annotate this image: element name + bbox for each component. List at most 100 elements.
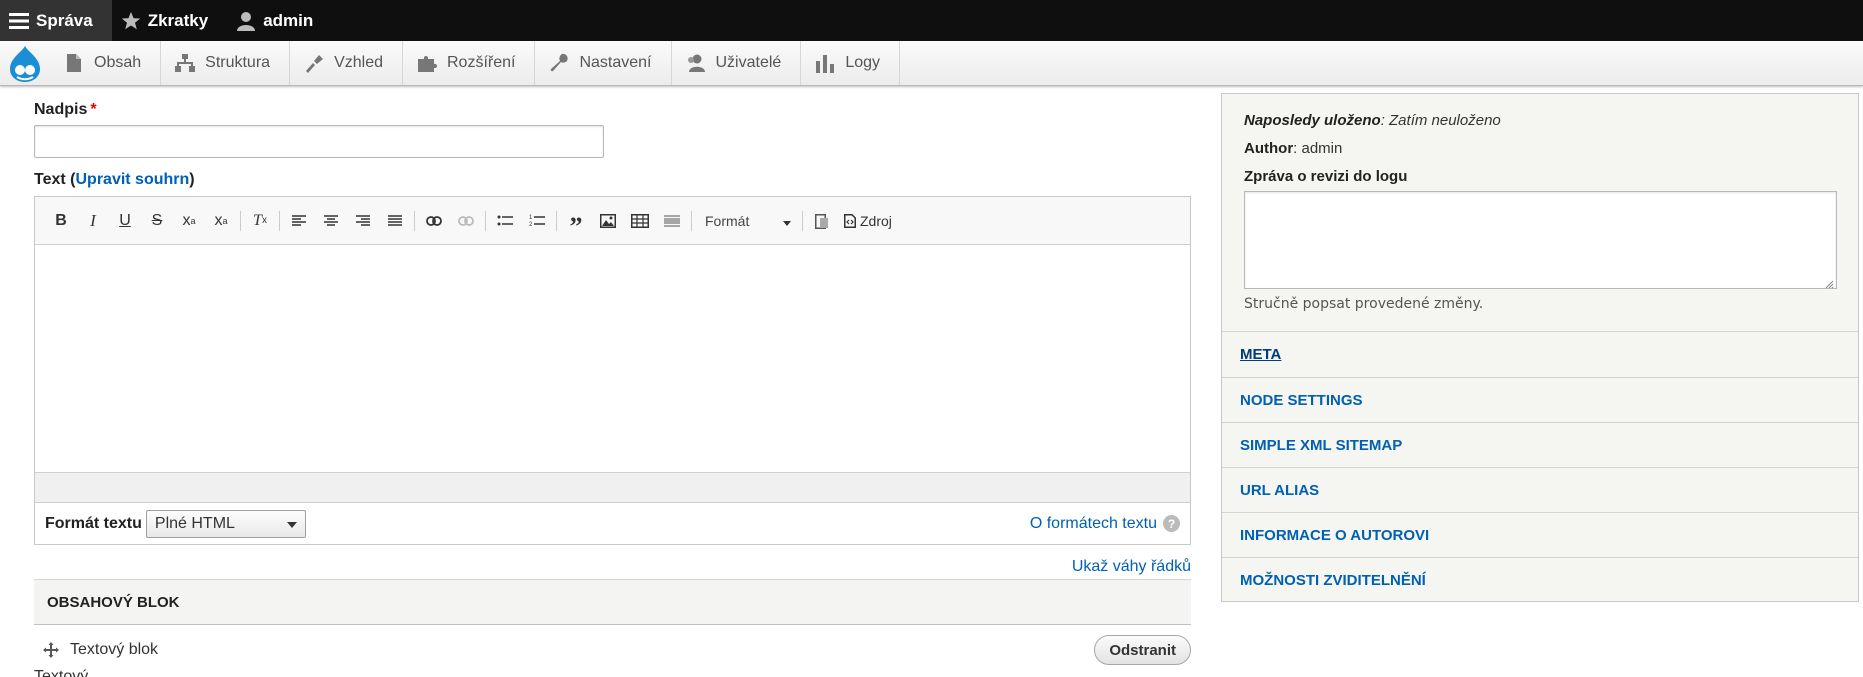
text-format-wrapper: Formát textu Plné HTML O formátech textu… [35,502,1190,544]
toolbar-separator [485,210,486,231]
last-saved: Naposledy uloženo: Zatím neuloženo [1244,112,1836,129]
last-saved-label: Naposledy uloženo [1244,112,1381,129]
blockquote-icon[interactable]: ” [560,206,592,239]
revision-log-textarea[interactable] [1244,191,1837,289]
tray-item-extend[interactable]: Rozšíření [403,41,536,85]
accordion-author-information[interactable]: INFORMACE O AUTOROVI [1222,513,1858,558]
horizontal-line-icon[interactable] [656,206,688,236]
chevron-down-icon [286,515,297,533]
paintbrush-icon [304,53,324,73]
remove-format-button[interactable]: Tx [244,206,276,236]
toolbar-separator [802,210,803,231]
about-text-formats-link[interactable]: O formátech textu [1030,515,1157,533]
tray-item-structure[interactable]: Struktura [161,41,291,85]
text-format-label: Formát textu [45,514,142,532]
toolbar-separator [691,210,692,231]
tray-item-label: Nastavení [579,54,652,71]
source-icon [844,213,856,228]
bulleted-list-icon[interactable] [489,206,521,236]
svg-text:2: 2 [529,222,533,227]
chevron-down-icon [783,213,791,229]
toolbar-tray: Obsah Struktura Vzhled Rozšíření Nastave… [0,41,1863,86]
accordion-node-settings[interactable]: NODE SETTINGS [1222,378,1858,423]
ckeditor: B I U S xa xa Tx 12 ” Formát Zdroj Formá… [34,196,1191,545]
align-left-icon[interactable] [283,206,315,236]
user-icon [235,10,257,32]
bar-chart-icon [815,53,835,73]
underline-button[interactable]: U [109,206,141,236]
toolbar-separator [556,210,557,231]
tray-item-configuration[interactable]: Nastavení [535,41,672,85]
unlink-icon[interactable] [450,206,482,236]
strikethrough-button[interactable]: S [141,206,173,236]
node-form-sidebar: Naposledy uloženo: Zatím neuloženo Autho… [1221,93,1859,602]
toolbar-item-label: Správa [36,10,93,30]
toolbar-item-shortcuts[interactable]: Zkratky [112,0,227,41]
toolbar-item-user[interactable]: admin [227,0,332,41]
file-icon [64,53,84,73]
superscript-button[interactable]: xa [173,206,205,236]
numbered-list-icon[interactable]: 12 [521,206,553,236]
italic-button[interactable]: I [77,206,109,236]
text-format-value: Plné HTML [154,514,235,532]
table-row: Textový blok Odstranit [34,625,1191,675]
image-icon[interactable] [592,206,624,236]
tray-item-content[interactable]: Obsah [50,41,162,85]
revision-log-description: Stručně popsat provedené změny. [1244,296,1484,312]
align-right-icon[interactable] [347,206,379,236]
drupal-logo[interactable] [0,41,50,86]
paste-icon[interactable] [806,206,838,236]
star-icon [120,10,142,32]
show-row-weights-link[interactable]: Ukaž váhy řádků [1072,558,1191,575]
tray-item-reports[interactable]: Logy [801,41,901,85]
toolbar-item-label: admin [263,10,314,30]
title-input[interactable] [34,125,604,158]
revision-log-label: Zpráva o revizi do logu [1244,168,1408,185]
format-dropdown-label: Formát [705,212,750,229]
source-button[interactable]: Zdroj [838,206,898,236]
last-saved-value: : Zatím neuloženo [1380,112,1501,129]
source-label: Zdroj [860,212,892,229]
cutoff-row-text: Textový [34,668,89,677]
node-form-main: Nadpis * Text (Upravit souhrn) B I U S xa… [34,101,1191,675]
tray-item-appearance[interactable]: Vzhled [290,41,403,85]
meta-box: Naposledy uloženo: Zatím neuloženo Autho… [1222,94,1858,332]
title-label: Nadpis * [34,101,1191,119]
accordion-meta[interactable]: META [1222,332,1858,378]
toolbar-item-manage[interactable]: Správa [0,0,112,41]
accordion-promotion-options[interactable]: MOŽNOSTI ZVIDITELNĚNÍ [1222,558,1858,603]
puzzle-icon [417,53,437,73]
resize-grip-icon[interactable] [1824,276,1834,289]
format-dropdown[interactable]: Formát [695,206,799,236]
drag-handle-icon[interactable] [42,641,60,659]
remove-button[interactable]: Odstranit [1094,635,1191,665]
align-center-icon[interactable] [315,206,347,236]
body-label: Text (Upravit souhrn) [34,171,1191,189]
table-icon[interactable] [624,206,656,236]
subscript-button[interactable]: xa [205,206,237,236]
align-justify-icon[interactable] [379,206,411,236]
editor-path-bar [35,472,1190,502]
admin-toolbar: Správa Zkratky admin [0,0,1863,41]
accordion-simple-xml-sitemap[interactable]: SIMPLE XML SITEMAP [1222,423,1858,468]
author: Author: admin [1244,140,1836,157]
text-format-select[interactable]: Plné HTML [145,509,306,538]
author-value: : admin [1293,140,1343,157]
edit-summary-link[interactable]: Upravit souhrn [75,171,189,188]
accordion-url-alias[interactable]: URL ALIAS [1222,468,1858,513]
link-icon[interactable] [418,206,450,236]
tray-item-label: Vzhled [334,54,383,71]
svg-text:1: 1 [529,215,533,221]
toolbar-item-label: Zkratky [147,10,209,30]
title-label-text: Nadpis [34,101,88,118]
wrench-icon [549,53,569,73]
tray-item-label: Obsah [94,54,142,71]
bold-button[interactable]: B [45,206,77,236]
toolbar-separator [414,210,415,231]
tray-item-people[interactable]: Uživatelé [672,41,802,85]
tray-item-label: Uživatelé [715,54,782,71]
block-item-label: Textový blok [70,641,159,658]
body-label-end: ) [189,171,195,188]
help-icon[interactable]: ? [1163,515,1180,532]
editor-content-area[interactable] [35,245,1190,472]
